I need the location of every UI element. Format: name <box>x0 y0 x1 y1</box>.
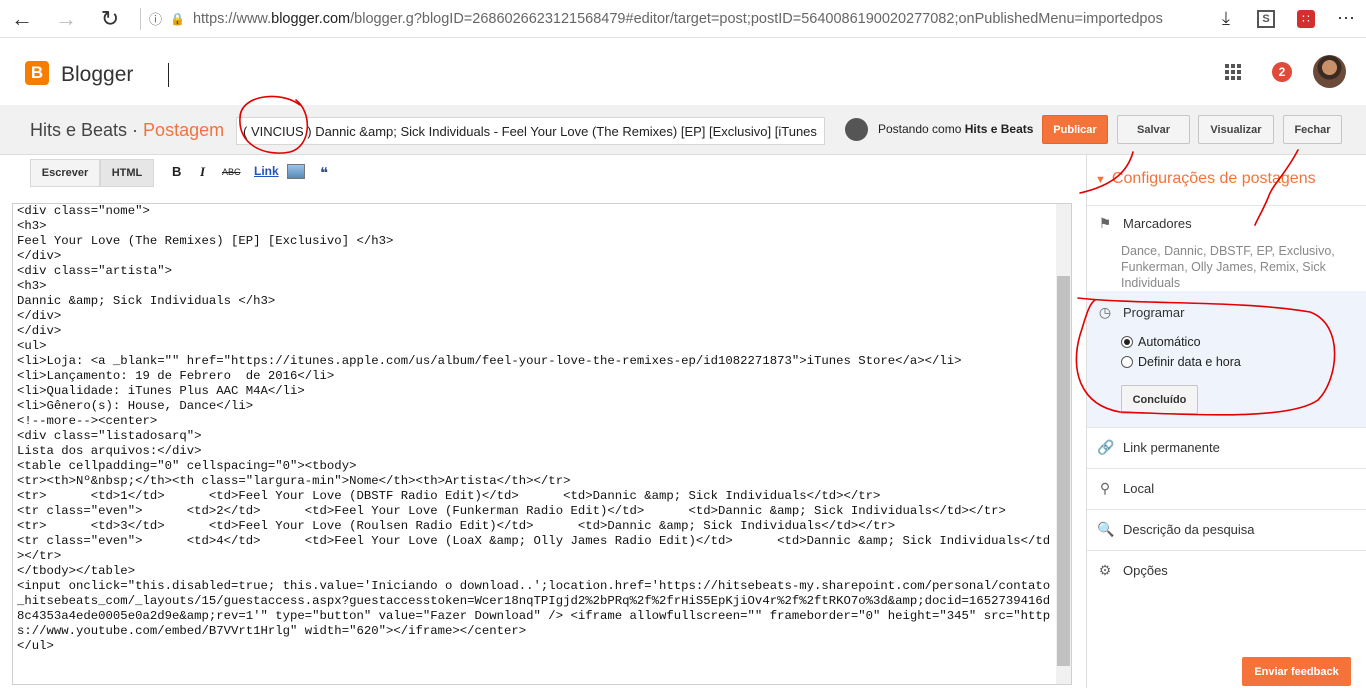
preview-button[interactable]: Visualizar <box>1198 115 1274 144</box>
back-button[interactable]: ← <box>0 0 44 38</box>
code-text[interactable]: <div class="nome"> <h3> Feel Your Love (Th… <box>17 204 1057 654</box>
code-line[interactable]: </tbody></table> <box>17 564 1057 579</box>
divider <box>1087 427 1366 428</box>
close-button[interactable]: Fechar <box>1283 115 1342 144</box>
code-line[interactable]: <div class="artista"> <box>17 264 1057 279</box>
editor-toolbar: Escrever HTML B I ABC Link ❝ <box>0 155 1086 193</box>
code-line[interactable]: <h3> <box>17 219 1057 234</box>
link-button[interactable]: Link <box>254 164 279 178</box>
post-header-bar: Hits e Beats · Postagem Postando como Hi… <box>0 105 1366 155</box>
menu-icon[interactable]: ⋯ <box>1326 0 1366 38</box>
options-section[interactable]: ⚙ Opções <box>1097 562 1168 579</box>
url-path: /blogger.g?blogID=2686026623121568479#ed… <box>350 10 1163 27</box>
radio-automatic[interactable]: Automático <box>1121 335 1201 349</box>
html-mode-button[interactable]: HTML <box>100 159 154 187</box>
bold-icon[interactable]: B <box>172 164 181 179</box>
html-editor[interactable]: <div class="nome"> <h3> Feel Your Love (Th… <box>12 203 1072 685</box>
breadcrumb: Hits e Beats · Postagem <box>30 120 225 140</box>
browser-toolbar: ← → ↻ ⓘ 🔒 https://www. blogger.com/blogge… <box>0 0 1366 38</box>
send-feedback-button[interactable]: Enviar feedback <box>1242 657 1351 686</box>
code-line[interactable]: <table cellpadding="0" cellspacing="0"><… <box>17 459 1057 474</box>
code-line[interactable]: <tr class="even"> <td>4</td> <td>Feel Yo… <box>17 534 1057 564</box>
forward-button[interactable]: → <box>44 0 88 38</box>
section-name: Postagem <box>143 120 225 140</box>
code-line[interactable]: <ul> <box>17 339 1057 354</box>
done-button[interactable]: Concluído <box>1121 385 1198 414</box>
code-line[interactable]: </ul> <box>17 639 1057 654</box>
divider <box>1087 509 1366 510</box>
author-avatar <box>845 118 868 141</box>
schedule-section[interactable]: ◷ Programar <box>1097 304 1185 321</box>
location-pin-icon: ⚲ <box>1099 480 1111 496</box>
labels-value[interactable]: Dance, Dannic, DBSTF, EP, Exclusivo, Fun… <box>1121 243 1361 291</box>
publish-button[interactable]: Publicar <box>1042 115 1108 144</box>
code-line[interactable]: <tr class="even"> <td>2</td> <td>Feel Yo… <box>17 504 1057 519</box>
app-name[interactable]: Blogger <box>61 63 133 87</box>
quote-icon[interactable]: ❝ <box>320 164 328 182</box>
location-section[interactable]: ⚲ Local <box>1097 480 1154 497</box>
extension-dice-icon[interactable]: ∷ <box>1286 0 1326 38</box>
search-description-section[interactable]: 🔍 Descrição da pesquisa <box>1097 521 1255 538</box>
code-line[interactable]: <tr><th>Nº&nbsp;</th><th class="largura-… <box>17 474 1057 489</box>
code-line[interactable]: <!--more--><center> <box>17 414 1057 429</box>
url-prefix: https://www. <box>192 10 272 27</box>
code-line[interactable]: <h3> <box>17 279 1057 294</box>
code-line[interactable]: <li>Lançamento: 19 de Febrero de 2016</l… <box>17 369 1057 384</box>
apps-grid-icon[interactable] <box>1225 64 1241 80</box>
app-header: B Blogger 2 <box>0 39 1366 105</box>
code-line[interactable]: <input onclick="this.disabled=true; this… <box>17 579 1057 639</box>
code-line[interactable]: Dannic &amp; Sick Individuals </h3> <box>17 294 1057 309</box>
reload-button[interactable]: ↻ <box>88 0 132 38</box>
divider <box>1087 468 1366 469</box>
radio-set-date[interactable]: Definir data e hora <box>1121 355 1241 369</box>
labels-section[interactable]: ⚑ Marcadores <box>1097 215 1192 232</box>
strikethrough-icon[interactable]: ABC <box>222 167 241 177</box>
post-settings-sidebar: ▼ Configurações de postagens ⚑ Marcadores … <box>1086 155 1366 688</box>
post-title-input[interactable] <box>236 117 825 145</box>
code-line[interactable]: <tr> <td>3</td> <td>Feel Your Love (Roul… <box>17 519 1057 534</box>
link-icon: 🔗 <box>1097 439 1115 455</box>
code-line[interactable]: <li>Qualidade: iTunes Plus AAC M4A</li> <box>17 384 1057 399</box>
posting-as-label: Postando como Hits e Beats <box>878 122 1034 136</box>
extension-s-icon[interactable]: S <box>1246 0 1286 38</box>
notifications-badge[interactable]: 2 <box>1272 62 1292 82</box>
settings-heading[interactable]: ▼ Configurações de postagens <box>1095 170 1316 188</box>
gear-icon: ⚙ <box>1098 562 1112 578</box>
code-line[interactable]: </div> <box>17 309 1057 324</box>
code-line[interactable]: Feel Your Love (The Remixes) [EP] [Exclu… <box>17 234 1057 249</box>
divider <box>1087 205 1366 206</box>
radio-selected-icon <box>1121 336 1133 348</box>
code-line[interactable]: Lista dos arquivos:</div> <box>17 444 1057 459</box>
lock-icon: 🔒 <box>170 11 185 26</box>
compose-mode-button[interactable]: Escrever <box>30 159 100 187</box>
code-line[interactable]: <div class="nome"> <box>17 204 1057 219</box>
code-line[interactable]: <div class="listadosarq"> <box>17 429 1057 444</box>
radio-icon <box>1121 356 1133 368</box>
code-line[interactable]: <li>Loja: <a _blank="" href="https://itu… <box>17 354 1057 369</box>
address-bar[interactable]: ⓘ 🔒 https://www. blogger.com/blogger.g?bl… <box>149 9 1206 28</box>
divider <box>140 7 141 30</box>
save-button[interactable]: Salvar <box>1117 115 1190 144</box>
scrollbar-thumb[interactable] <box>1057 276 1070 666</box>
code-line[interactable]: <tr> <td>1</td> <td>Feel Your Love (DBST… <box>17 489 1057 504</box>
caret-down-icon: ▼ <box>1095 174 1106 186</box>
code-line[interactable]: </div> <box>17 324 1057 339</box>
image-icon[interactable] <box>287 164 305 179</box>
download-icon[interactable]: ⤓ <box>1206 0 1246 38</box>
divider <box>168 63 169 87</box>
italic-icon[interactable]: I <box>200 164 205 180</box>
search-icon: 🔍 <box>1097 521 1115 537</box>
info-icon[interactable]: ⓘ <box>149 9 162 28</box>
code-line[interactable]: </div> <box>17 249 1057 264</box>
permalink-section[interactable]: 🔗 Link permanente <box>1097 439 1220 456</box>
tag-icon: ⚑ <box>1098 215 1112 231</box>
divider <box>1087 550 1366 551</box>
blog-name[interactable]: Hits e Beats <box>30 120 127 140</box>
avatar[interactable] <box>1313 55 1346 88</box>
clock-icon: ◷ <box>1098 304 1112 320</box>
blogger-logo-icon[interactable]: B <box>25 61 49 85</box>
url-host: blogger.com <box>271 10 351 27</box>
code-line[interactable]: <li>Gênero(s): House, Dance</li> <box>17 399 1057 414</box>
